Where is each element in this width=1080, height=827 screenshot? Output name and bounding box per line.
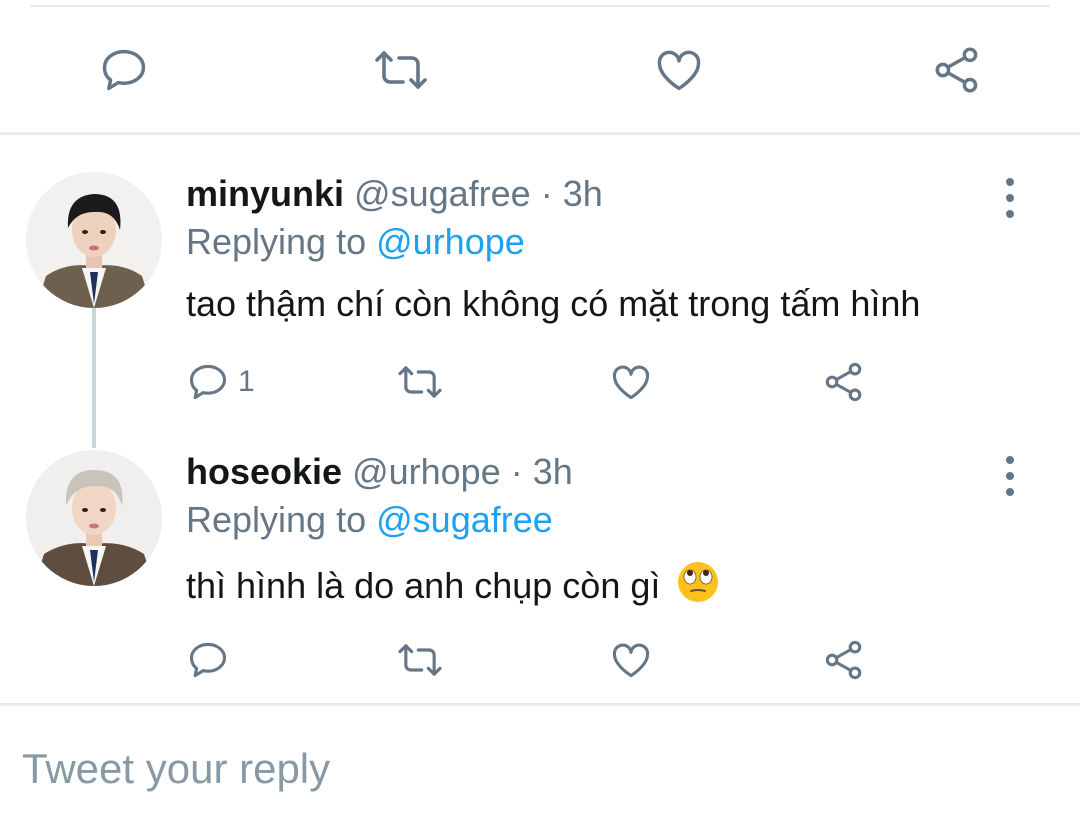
retweet-button[interactable] (371, 46, 431, 94)
retweet-icon (398, 366, 442, 398)
like-button[interactable] (653, 44, 705, 96)
handle[interactable]: @sugafree (354, 173, 531, 214)
dot (1006, 194, 1014, 202)
reply-button[interactable]: 1 (186, 360, 255, 404)
avatar[interactable] (26, 172, 162, 308)
share-icon (935, 47, 978, 93)
share-icon (825, 362, 862, 402)
timestamp[interactable]: 3h (563, 173, 603, 214)
dot (1006, 210, 1014, 218)
like-button[interactable] (609, 638, 653, 682)
avatar[interactable] (26, 450, 162, 586)
retweet-button[interactable] (395, 362, 445, 402)
reply-button[interactable] (98, 44, 150, 96)
share-icon (825, 640, 862, 680)
tweet-header: hoseokie @urhope · 3h (186, 450, 573, 494)
profile-photo-hoseokie (26, 450, 162, 586)
dot (1006, 472, 1014, 480)
retweet-icon (398, 644, 442, 676)
reply-button[interactable] (186, 638, 230, 682)
tweet-header: minyunki @sugafree · 3h (186, 172, 603, 216)
tweet-reply-input[interactable]: Tweet your reply (22, 744, 330, 794)
separator: · (540, 173, 553, 214)
replying-to-label: Replying to (186, 499, 367, 540)
dot (1006, 178, 1014, 186)
handle[interactable]: @urhope (352, 451, 501, 492)
replying-to-mention[interactable]: @sugafree (376, 499, 553, 540)
replying-to-mention[interactable]: @urhope (376, 221, 525, 262)
like-icon (657, 50, 701, 91)
share-button[interactable] (822, 360, 866, 404)
retweet-button[interactable] (395, 640, 445, 680)
tweet-text-content: thì hình là do anh chụp còn gì (186, 565, 661, 606)
section-divider (0, 132, 1080, 135)
reply-icon (189, 364, 227, 400)
retweet-icon (375, 51, 427, 89)
replying-to-label: Replying to (186, 221, 367, 262)
reply-icon (189, 642, 227, 678)
reply-count: 1 (238, 365, 255, 398)
like-icon (612, 365, 650, 400)
display-name[interactable]: minyunki (186, 173, 344, 214)
share-button[interactable] (822, 638, 866, 682)
more-options-button[interactable] (998, 178, 1022, 218)
replying-to-line: Replying to @urhope (186, 220, 525, 264)
separator: · (510, 451, 523, 492)
replying-to-line: Replying to @sugafree (186, 498, 553, 542)
thread-line (92, 308, 96, 448)
share-button[interactable] (931, 44, 983, 96)
display-name[interactable]: hoseokie (186, 451, 342, 492)
tweet-text: tao thậm chí còn không có mặt trong tấm … (186, 283, 921, 324)
like-icon (612, 643, 650, 678)
face-with-rolling-eyes-emoji (676, 560, 720, 614)
dot (1006, 488, 1014, 496)
tweet-text: thì hình là do anh chụp còn gì (186, 560, 720, 614)
top-divider (30, 5, 1050, 7)
profile-photo-minyunki (26, 172, 162, 308)
more-options-button[interactable] (998, 456, 1022, 496)
like-button[interactable] (609, 360, 653, 404)
timestamp[interactable]: 3h (533, 451, 573, 492)
reply-icon (102, 49, 146, 91)
dot (1006, 456, 1014, 464)
section-divider (0, 703, 1080, 706)
